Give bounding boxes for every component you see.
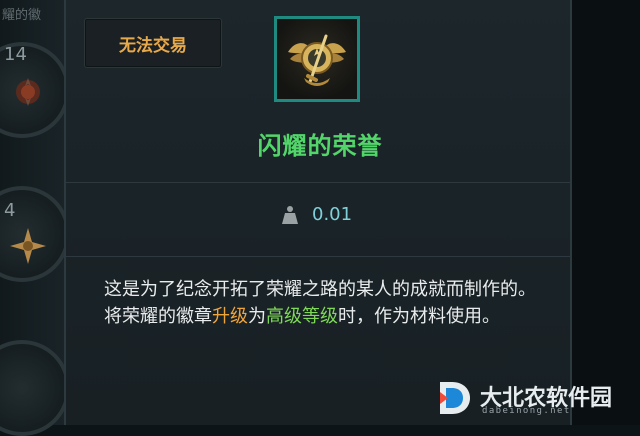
gold-cross-emblem-icon bbox=[10, 228, 46, 264]
weight-row: 0.01 bbox=[282, 204, 352, 225]
dark-emblem-icon bbox=[16, 78, 40, 106]
item-name: 闪耀的荣誉 bbox=[257, 132, 383, 160]
weight-value: 0.01 bbox=[312, 204, 353, 225]
inventory-column: 耀的徽 14 4 bbox=[0, 0, 70, 436]
watermark: 大北农软件园 dabeinong.net bbox=[434, 376, 640, 424]
weight-icon bbox=[282, 205, 298, 224]
winged-gold-medal-icon bbox=[288, 34, 346, 86]
description-text: 时，作为材料使用。 bbox=[338, 306, 500, 327]
slot-count: 4 bbox=[4, 200, 16, 221]
description-text: 为 bbox=[248, 306, 266, 327]
inventory-title: 耀的徽 bbox=[2, 8, 42, 23]
item-description: 这是为了纪念开拓了荣耀之路的某人的成就而制作的。 将荣耀的徽章升级为高级等级时，… bbox=[104, 276, 564, 330]
d-logo-icon bbox=[440, 382, 470, 414]
item-icon-frame[interactable] bbox=[274, 16, 360, 102]
background-right bbox=[572, 0, 640, 425]
description-text: 将荣耀的徽章 bbox=[104, 306, 212, 327]
watermark-url: dabeinong.net bbox=[482, 406, 571, 416]
slot-count: 14 bbox=[4, 44, 27, 65]
divider bbox=[64, 256, 572, 257]
description-line: 这是为了纪念开拓了荣耀之路的某人的成就而制作的。 bbox=[104, 279, 536, 300]
inventory-slot[interactable] bbox=[0, 340, 70, 436]
trade-status-badge: 无法交易 bbox=[84, 18, 222, 68]
divider bbox=[64, 182, 572, 183]
description-line: 将荣耀的徽章升级为高级等级时，作为材料使用。 bbox=[104, 303, 564, 330]
upgrade-keyword: 升级 bbox=[212, 306, 248, 327]
level-keyword: 高级等级 bbox=[266, 306, 338, 327]
